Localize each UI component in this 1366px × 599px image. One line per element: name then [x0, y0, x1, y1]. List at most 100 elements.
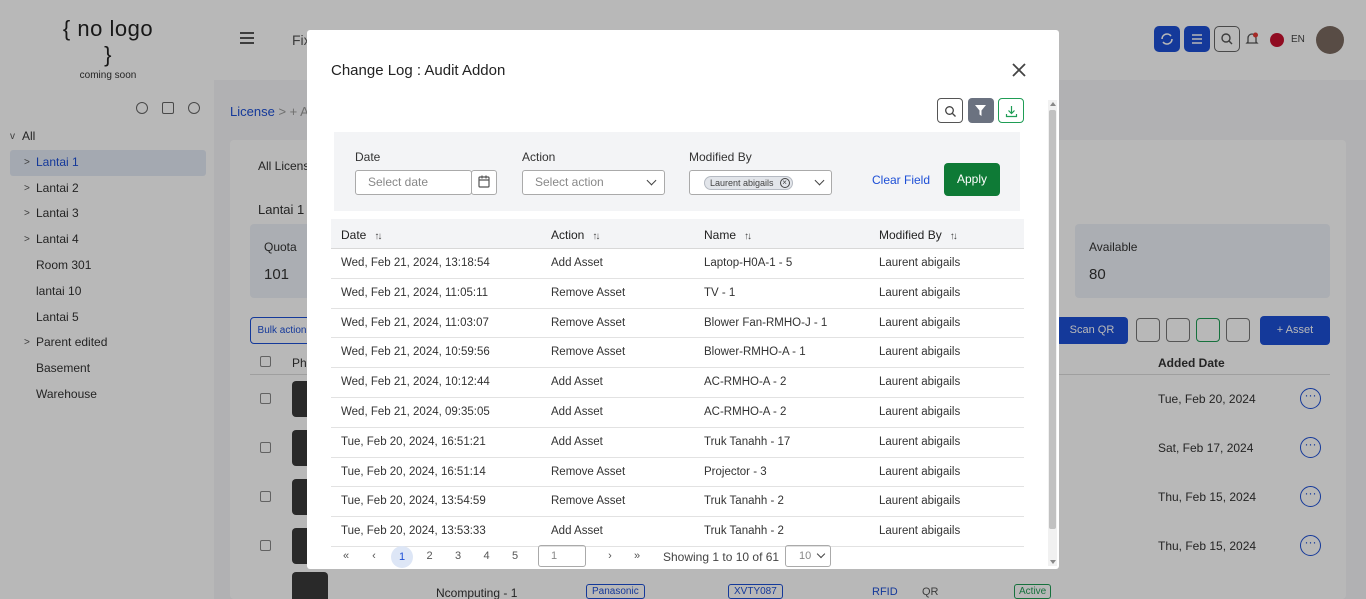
modified-by-cell: Laurent abigails: [879, 376, 961, 389]
table-row: Tue, Feb 20, 2024, 16:51:14 Remove Asset P…: [331, 458, 1024, 488]
pagination-info: Showing 1 to 10 of 61: [663, 550, 780, 564]
table-row: Wed, Feb 21, 2024, 13:18:54 Add Asset Lapt…: [331, 249, 1024, 279]
modal-title: Change Log : Audit Addon: [331, 62, 506, 79]
action-cell: Add Asset: [551, 525, 603, 538]
scroll-up-icon[interactable]: [1050, 102, 1056, 106]
column-header-label: Date: [341, 228, 367, 242]
action-cell: Remove Asset: [551, 495, 626, 508]
name-cell: TV - 1: [704, 286, 736, 299]
chevron-down-icon: [646, 175, 657, 186]
date-cell: Wed, Feb 21, 2024, 11:05:11: [341, 286, 489, 299]
filter-panel: Date Select date Action Select action Mo…: [334, 132, 1020, 211]
name-cell: Blower Fan-RMHO-J - 1: [704, 316, 828, 329]
chevron-down-icon: [816, 549, 826, 559]
date-cell: Tue, Feb 20, 2024, 13:54:59: [341, 495, 486, 508]
date-cell: Wed, Feb 21, 2024, 10:59:56: [341, 346, 490, 359]
pagination: « ‹ 12345 1 › » Showing 1 to 10 of 61 10: [331, 545, 1024, 569]
table-row: Tue, Feb 20, 2024, 13:54:59 Remove Asset T…: [331, 487, 1024, 518]
action-cell: Remove Asset: [551, 286, 626, 299]
table-row: Wed, Feb 21, 2024, 10:59:56 Remove Asset B…: [331, 338, 1024, 369]
action-cell: Remove Asset: [551, 346, 626, 359]
date-filter-label: Date: [355, 150, 381, 164]
action-cell: Add Asset: [551, 435, 603, 448]
table-row: Wed, Feb 21, 2024, 09:35:05 Add Asset AC-R…: [331, 398, 1024, 428]
modified-by-cell: Laurent abigails: [879, 435, 961, 448]
modal-scrollbar[interactable]: [1048, 100, 1057, 566]
modified-by-cell: Laurent abigails: [879, 405, 961, 418]
modified-by-cell: Laurent abigails: [879, 525, 961, 538]
modified-by-cell: Laurent abigails: [879, 257, 961, 269]
name-cell: AC-RMHO-A - 2: [704, 376, 787, 389]
name-cell: Truk Tanahh - 17: [704, 435, 791, 448]
download-icon[interactable]: [998, 98, 1024, 123]
date-cell: Tue, Feb 20, 2024, 16:51:21: [341, 435, 486, 448]
action-cell: Add Asset: [551, 376, 603, 389]
column-header[interactable]: Modified By ↑↓: [879, 228, 958, 242]
page-number-button[interactable]: 1: [391, 546, 413, 568]
modified-by-cell: Laurent abigails: [879, 465, 961, 478]
column-header[interactable]: Date ↑↓: [341, 228, 382, 242]
action-select-placeholder: Select action: [535, 175, 604, 189]
name-cell: Truk Tanahh - 2: [704, 525, 784, 538]
column-header-label: Modified By: [879, 228, 942, 242]
calendar-icon[interactable]: [471, 170, 497, 195]
name-cell: Blower-RMHO-A - 1: [704, 346, 806, 359]
scrollbar-thumb[interactable]: [1049, 110, 1056, 529]
name-cell: AC-RMHO-A - 2: [704, 405, 787, 418]
action-select[interactable]: Select action: [522, 170, 665, 195]
modified-by-cell: Laurent abigails: [879, 495, 961, 508]
page-number-button[interactable]: 4: [477, 550, 497, 562]
date-cell: Wed, Feb 21, 2024, 13:18:54: [341, 257, 490, 269]
page-number-button[interactable]: 2: [420, 550, 440, 562]
modified-by-cell: Laurent abigails: [879, 316, 961, 329]
chevron-down-icon: [814, 175, 825, 186]
column-header-label: Name: [704, 228, 737, 242]
scroll-down-icon[interactable]: [1050, 560, 1056, 564]
date-cell: Wed, Feb 21, 2024, 09:35:05: [341, 405, 490, 418]
column-header[interactable]: Name ↑↓: [704, 228, 752, 242]
page-number-button[interactable]: 3: [448, 550, 468, 562]
table-row: Tue, Feb 20, 2024, 13:53:33 Add Asset Truk…: [331, 517, 1024, 547]
name-cell: Projector - 3: [704, 465, 767, 478]
action-cell: Remove Asset: [551, 316, 626, 329]
name-cell: Truk Tanahh - 2: [704, 495, 784, 508]
page-size-value: 10: [799, 550, 812, 562]
table-row: Wed, Feb 21, 2024, 11:03:07 Remove Asset B…: [331, 309, 1024, 339]
search-icon[interactable]: [937, 98, 963, 123]
column-header-label: Action: [551, 228, 585, 242]
modified-by-cell: Laurent abigails: [879, 346, 961, 359]
sort-icon[interactable]: ↑↓: [374, 231, 382, 242]
page-size-select[interactable]: 10: [785, 545, 831, 567]
table-header: Date ↑↓ Action ↑↓ Name ↑↓ Modified By ↑↓: [331, 219, 1024, 249]
prev-page-button[interactable]: ‹: [364, 550, 384, 562]
filter-icon[interactable]: [968, 98, 994, 123]
sort-icon[interactable]: ↑↓: [950, 231, 958, 242]
remove-chip-icon[interactable]: ×: [779, 178, 790, 188]
sort-icon[interactable]: ↑↓: [592, 231, 600, 242]
last-page-button[interactable]: »: [627, 550, 647, 562]
action-cell: Add Asset: [551, 405, 603, 418]
modified-by-filter-label: Modified By: [689, 150, 752, 164]
table-row: Tue, Feb 20, 2024, 16:51:21 Add Asset Truk…: [331, 428, 1024, 458]
page-number-button[interactable]: 5: [505, 550, 525, 562]
date-cell: Tue, Feb 20, 2024, 16:51:14: [341, 465, 486, 478]
first-page-button[interactable]: «: [336, 550, 356, 562]
change-log-modal: Change Log : Audit Addon Date Select dat…: [307, 30, 1059, 569]
modified-by-select[interactable]: Laurent abigails ×: [689, 170, 832, 195]
apply-button[interactable]: Apply: [944, 163, 1000, 196]
table-row: Wed, Feb 21, 2024, 11:05:11 Remove Asset T…: [331, 279, 1024, 309]
table-body: Wed, Feb 21, 2024, 13:18:54 Add Asset Lapt…: [331, 249, 1024, 547]
date-input[interactable]: Select date: [355, 170, 472, 195]
date-cell: Tue, Feb 20, 2024, 13:53:33: [341, 525, 486, 538]
action-cell: Remove Asset: [551, 465, 626, 478]
action-filter-label: Action: [522, 150, 556, 164]
column-header[interactable]: Action ↑↓: [551, 228, 600, 242]
close-icon[interactable]: [1009, 60, 1029, 80]
sort-icon[interactable]: ↑↓: [744, 231, 752, 242]
clear-field-link[interactable]: Clear Field: [872, 173, 930, 187]
change-log-table: Date ↑↓ Action ↑↓ Name ↑↓ Modified By ↑↓ Wed, F…: [331, 219, 1024, 547]
next-page-button[interactable]: ›: [600, 550, 620, 562]
modified-by-chip[interactable]: Laurent abigails ×: [704, 176, 793, 190]
modified-by-cell: Laurent abigails: [879, 286, 961, 299]
goto-page-input[interactable]: 1: [538, 545, 586, 567]
